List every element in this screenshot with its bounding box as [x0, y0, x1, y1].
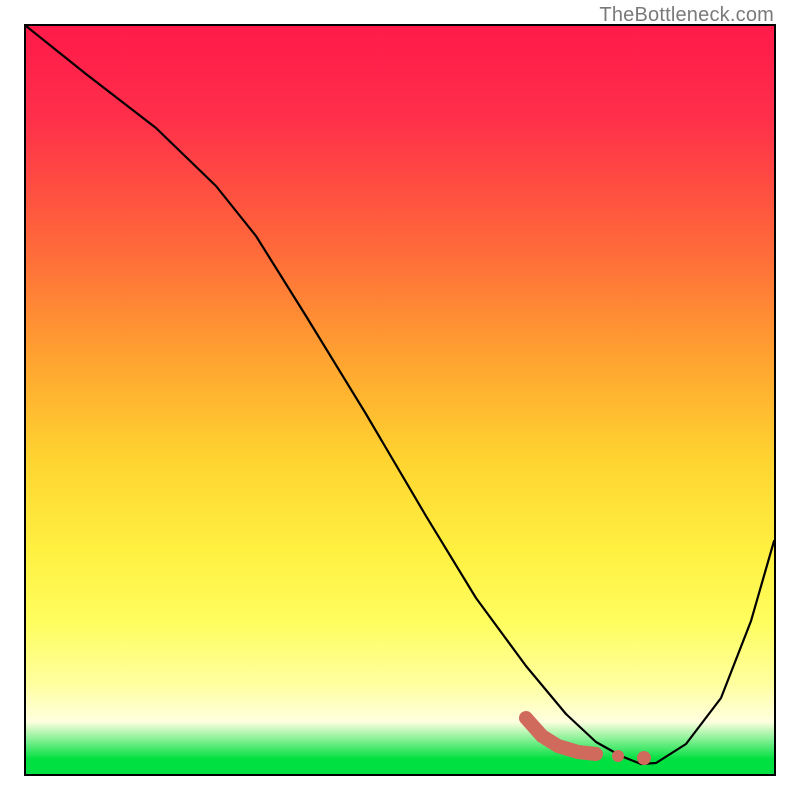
chart-container: TheBottleneck.com	[0, 0, 800, 800]
chart-border	[24, 24, 776, 776]
